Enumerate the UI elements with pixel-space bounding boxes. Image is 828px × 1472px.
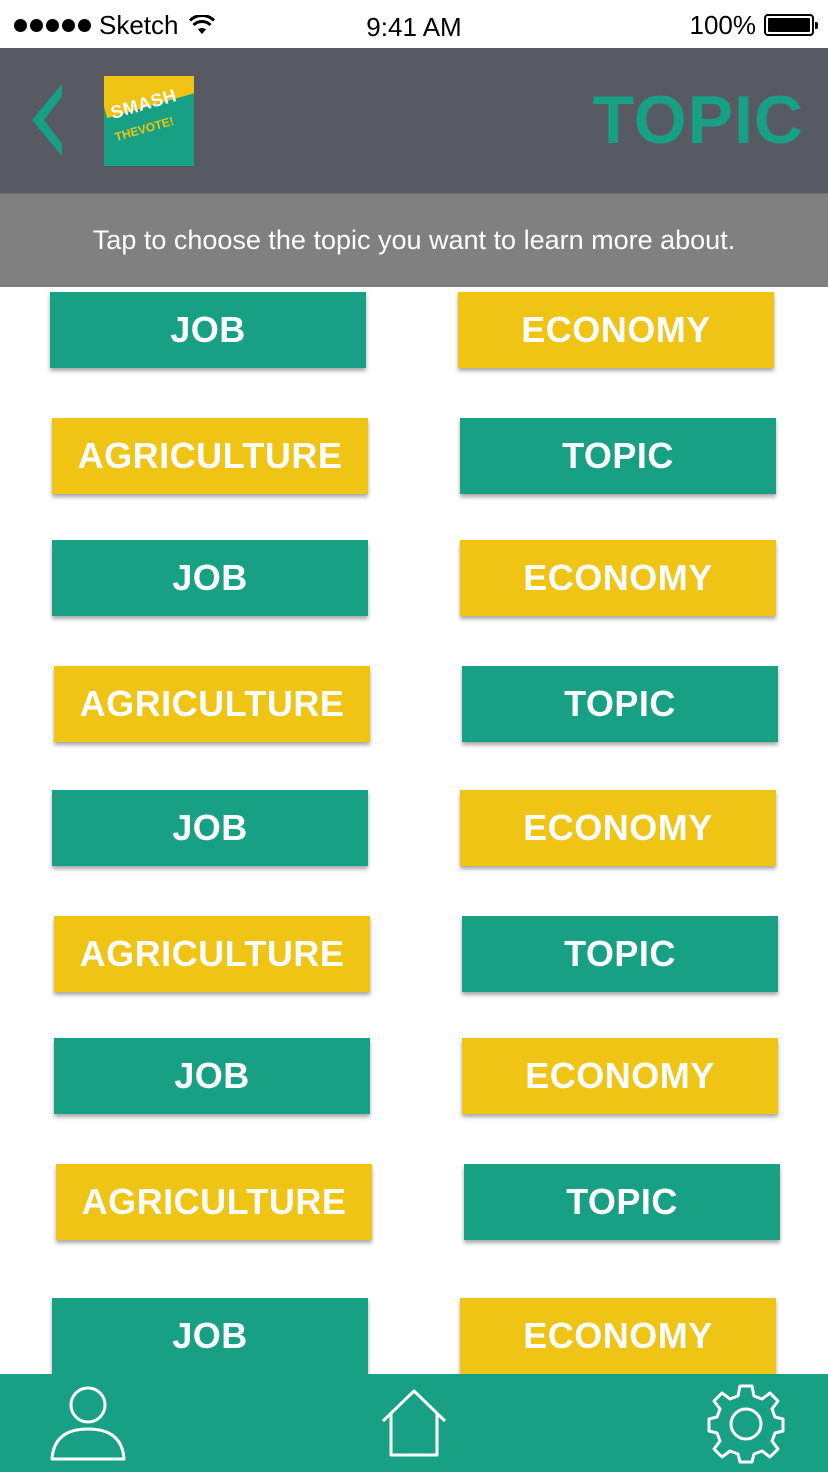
topic-button-agriculture[interactable]: AGRICULTURE — [56, 1164, 372, 1240]
topic-button-economy[interactable]: ECONOMY — [460, 790, 776, 866]
status-right: 100% — [689, 9, 818, 40]
topic-button-economy[interactable]: ECONOMY — [462, 1038, 778, 1114]
app-header: SMASH THEVOTE! TOPIC — [0, 48, 828, 193]
status-bar: Sketch 9:41 AM 100% — [0, 0, 828, 48]
profile-icon — [50, 1386, 126, 1461]
topic-button-topic[interactable]: TOPIC — [464, 1164, 780, 1240]
topic-button-job[interactable]: JOB — [52, 790, 368, 866]
topic-button-economy[interactable]: ECONOMY — [458, 292, 774, 368]
topic-button-topic[interactable]: TOPIC — [460, 418, 776, 494]
topic-button-agriculture[interactable]: AGRICULTURE — [52, 418, 368, 494]
settings-icon — [707, 1384, 785, 1464]
page-title: TOPIC — [592, 82, 804, 158]
topic-button-agriculture[interactable]: AGRICULTURE — [54, 916, 370, 992]
battery-icon — [764, 14, 818, 36]
topic-button-economy[interactable]: ECONOMY — [460, 540, 776, 616]
topic-button-job[interactable]: JOB — [52, 1298, 368, 1374]
smash-the-vote-logo: SMASH THEVOTE! — [104, 76, 194, 166]
topic-button-job[interactable]: JOB — [52, 540, 368, 616]
bottom-tab-bar — [0, 1374, 828, 1472]
topic-button-job[interactable]: JOB — [50, 292, 366, 368]
tab-profile[interactable] — [40, 1374, 136, 1472]
topic-button-topic[interactable]: TOPIC — [462, 916, 778, 992]
home-icon — [381, 1389, 447, 1457]
topic-button-job[interactable]: JOB — [54, 1038, 370, 1114]
topic-button-economy[interactable]: ECONOMY — [460, 1298, 776, 1374]
topic-button-agriculture[interactable]: AGRICULTURE — [54, 666, 370, 742]
topic-button-topic[interactable]: TOPIC — [462, 666, 778, 742]
tab-home[interactable] — [370, 1374, 458, 1472]
battery-percent: 100% — [689, 9, 757, 40]
back-chevron-icon[interactable] — [22, 80, 72, 160]
instruction-banner: Tap to choose the topic you want to lear… — [0, 193, 828, 287]
tab-settings[interactable] — [698, 1374, 794, 1472]
